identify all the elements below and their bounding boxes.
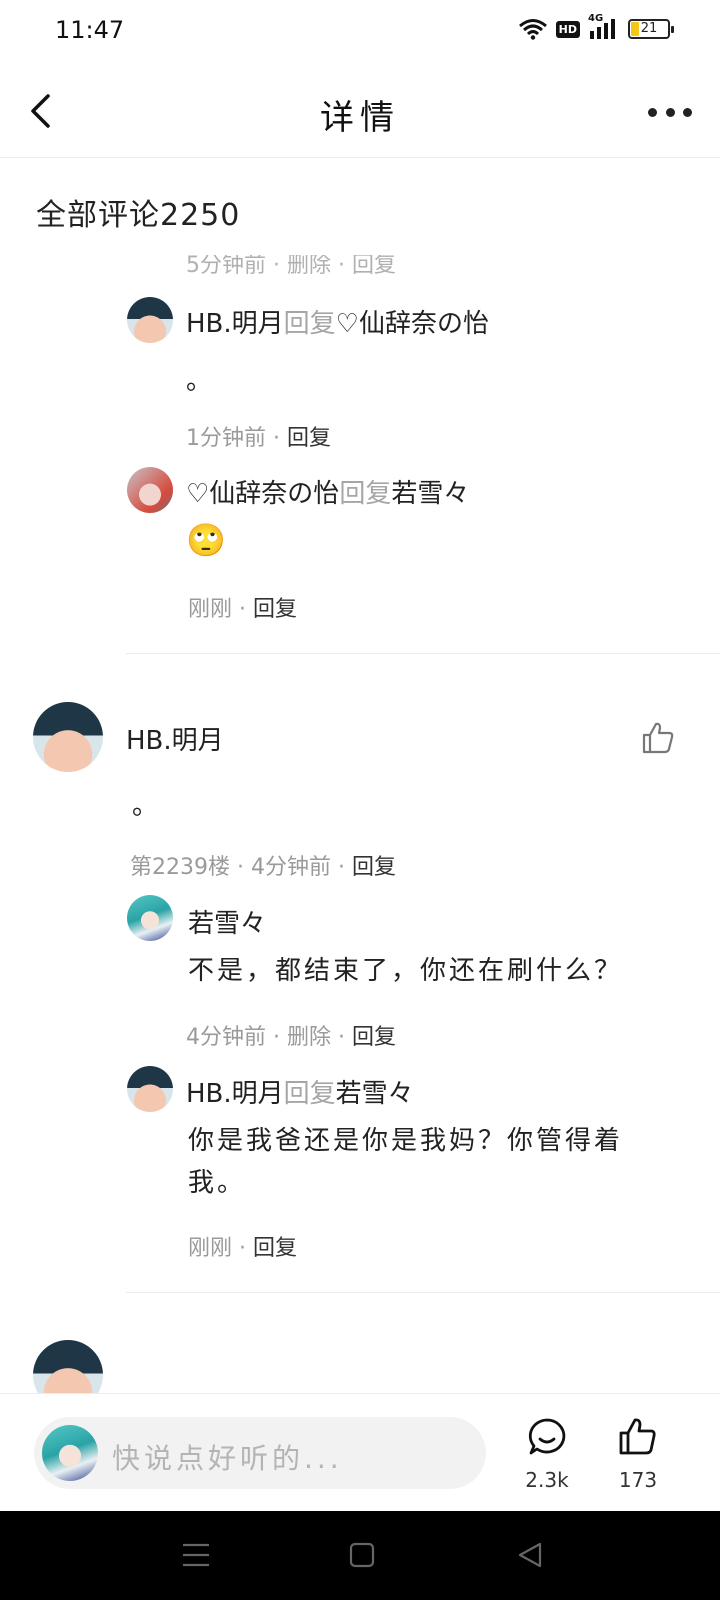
- network-label: 4G: [588, 13, 620, 41]
- divider: [126, 1292, 720, 1293]
- comment-list[interactable]: 5分钟前 · 删除 · 回复 HB.明月回复♡仙辞奈の怡 。 1分钟前 · 回复…: [0, 255, 720, 1393]
- comments-count-header: 全部评论2250: [36, 198, 241, 233]
- top-nav-bar: 详情: [0, 64, 720, 158]
- wifi-icon: [518, 19, 547, 40]
- comment-text: 。: [132, 791, 162, 821]
- comment-floor: 第2239楼: [130, 855, 230, 880]
- comment-time: 4分钟前: [250, 855, 331, 880]
- comment-action[interactable]: 2.3k: [517, 1416, 577, 1492]
- cut-off-meta: 5分钟前 · 删除 · 回复: [186, 255, 396, 278]
- more-dots-icon[interactable]: [648, 102, 692, 122]
- reply-word: 回复: [283, 1079, 336, 1109]
- reply-meta: 刚刚 · 回复: [188, 597, 298, 622]
- comment-input[interactable]: 快说点好听的...: [34, 1417, 486, 1489]
- back-triangle-icon[interactable]: [514, 1539, 546, 1571]
- system-nav-bar: [0, 1511, 720, 1600]
- reply-text: 不是，都结束了，你还在刷什么？: [188, 956, 624, 986]
- commenter-avatar[interactable]: [33, 1340, 103, 1393]
- reply-header: HB.明月回复♡仙辞奈の怡: [186, 303, 489, 340]
- status-icons: HD 4G 21: [518, 13, 674, 41]
- reply-button[interactable]: 回复: [253, 597, 297, 622]
- delete-button[interactable]: 删除: [287, 1025, 331, 1050]
- home-icon[interactable]: [346, 1539, 378, 1571]
- reply-word: 回复: [283, 309, 336, 339]
- reply-username[interactable]: HB.明月: [186, 1079, 284, 1109]
- avatar[interactable]: [127, 895, 173, 941]
- comment-input-placeholder: 快说点好听的...: [112, 1442, 343, 1475]
- thumbs-up-icon[interactable]: [640, 720, 676, 756]
- hd-badge: HD: [555, 20, 580, 38]
- reply-username[interactable]: HB.明月: [186, 309, 284, 339]
- reply-text: 。: [186, 366, 216, 396]
- reply-text: 你是我爸还是你是我妈？你管得着我。: [188, 1126, 624, 1198]
- comment-bubble-icon: [528, 1418, 566, 1455]
- reply-word: 回复: [339, 479, 392, 509]
- avatar[interactable]: [127, 467, 173, 513]
- divider: [126, 653, 720, 654]
- avatar[interactable]: [127, 1066, 173, 1112]
- reply-header: HB.明月回复若雪々: [186, 1073, 414, 1110]
- reply-target-username[interactable]: 若雪々: [336, 1079, 414, 1109]
- reply-emoji: 🙄: [186, 521, 226, 559]
- reply-time: 1分钟前: [186, 426, 266, 451]
- commenter-avatar[interactable]: [33, 702, 103, 772]
- reply-meta: 刚刚 · 回复: [188, 1236, 298, 1261]
- reply-username[interactable]: ♡仙辞奈の怡: [186, 479, 339, 509]
- reply-button[interactable]: 回复: [287, 426, 331, 451]
- battery-icon: 21: [628, 19, 674, 39]
- commenter-username[interactable]: HB.明月: [126, 720, 224, 757]
- bottom-action-bar: 快说点好听的... 2.3k 173: [0, 1393, 720, 1511]
- reply-target-username[interactable]: 若雪々: [391, 479, 469, 509]
- like-count: 173: [618, 1468, 658, 1492]
- page-title: 详情: [320, 98, 400, 138]
- menu-icon[interactable]: [180, 1539, 212, 1571]
- reply-button[interactable]: 回复: [352, 1025, 396, 1050]
- reply-username[interactable]: 若雪々: [188, 903, 266, 940]
- reply-time: 4分钟前: [186, 1025, 266, 1050]
- reply-button[interactable]: 回复: [253, 1236, 297, 1261]
- comment-count: 2.3k: [525, 1468, 569, 1492]
- avatar[interactable]: [127, 297, 173, 343]
- battery-level: 21: [640, 21, 658, 36]
- status-bar: 11:47 HD 4G 21: [0, 0, 720, 64]
- reply-meta: 4分钟前 · 删除 · 回复: [186, 1025, 396, 1050]
- status-time: 11:47: [55, 16, 125, 44]
- reply-time: 刚刚: [188, 597, 233, 622]
- reply-time: 刚刚: [188, 1236, 233, 1261]
- reply-meta: 1分钟前 · 回复: [186, 426, 331, 451]
- comment-meta: 第2239楼 · 4分钟前 · 回复: [130, 855, 396, 880]
- reply-header: ♡仙辞奈の怡回复若雪々: [186, 473, 469, 510]
- my-avatar: [42, 1425, 98, 1481]
- reply-target-username[interactable]: ♡仙辞奈の怡: [336, 309, 489, 339]
- signal-icon: [590, 19, 615, 39]
- thumbs-up-icon: [619, 1418, 656, 1455]
- like-action[interactable]: 173: [608, 1416, 668, 1492]
- comment-reply-button[interactable]: 回复: [352, 855, 396, 880]
